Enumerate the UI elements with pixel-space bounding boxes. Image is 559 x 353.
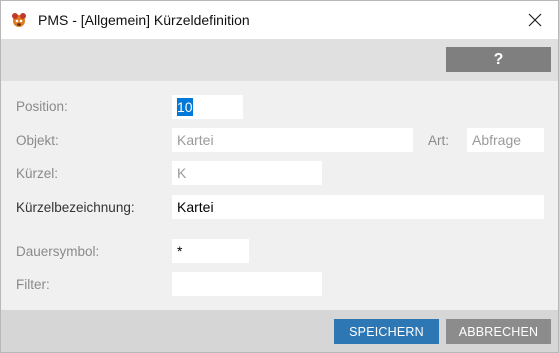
help-button[interactable]: ?: [446, 47, 551, 72]
art-field[interactable]: Abfrage: [467, 128, 544, 152]
position-field[interactable]: 10: [172, 95, 243, 119]
button-bar: SPEICHERN ABBRECHEN: [1, 310, 558, 352]
kuerzelbezeichnung-label: Kürzelbezeichnung:: [16, 200, 135, 215]
toolbar: ?: [1, 39, 558, 81]
filter-field[interactable]: [172, 272, 322, 296]
filter-label: Filter:: [16, 277, 50, 292]
objekt-field[interactable]: Kartei: [172, 128, 413, 152]
kuerzelbezeichnung-field[interactable]: Kartei: [172, 195, 544, 219]
app-logo-icon: [12, 13, 26, 27]
form-area: Position: 10 Objekt: Kartei Art: Abfrage…: [1, 81, 558, 310]
objekt-label: Objekt:: [16, 133, 59, 148]
kuerzel-label: Kürzel:: [16, 166, 59, 181]
cancel-button[interactable]: ABBRECHEN: [446, 319, 551, 344]
close-button[interactable]: [512, 1, 558, 39]
close-icon: [528, 13, 542, 27]
dialog-window: PMS - [Allgemein] Kürzeldefinition ? Pos…: [0, 0, 559, 353]
position-label: Position:: [16, 99, 68, 114]
position-value: 10: [177, 98, 193, 116]
dauersymbol-field[interactable]: *: [172, 239, 249, 263]
save-button[interactable]: SPEICHERN: [334, 319, 439, 344]
window-title: PMS - [Allgemein] Kürzeldefinition: [38, 12, 250, 28]
title-bar: PMS - [Allgemein] Kürzeldefinition: [1, 1, 558, 39]
art-label: Art:: [428, 133, 450, 148]
kuerzel-field[interactable]: K: [172, 161, 322, 185]
dauersymbol-label: Dauersymbol:: [16, 244, 100, 259]
